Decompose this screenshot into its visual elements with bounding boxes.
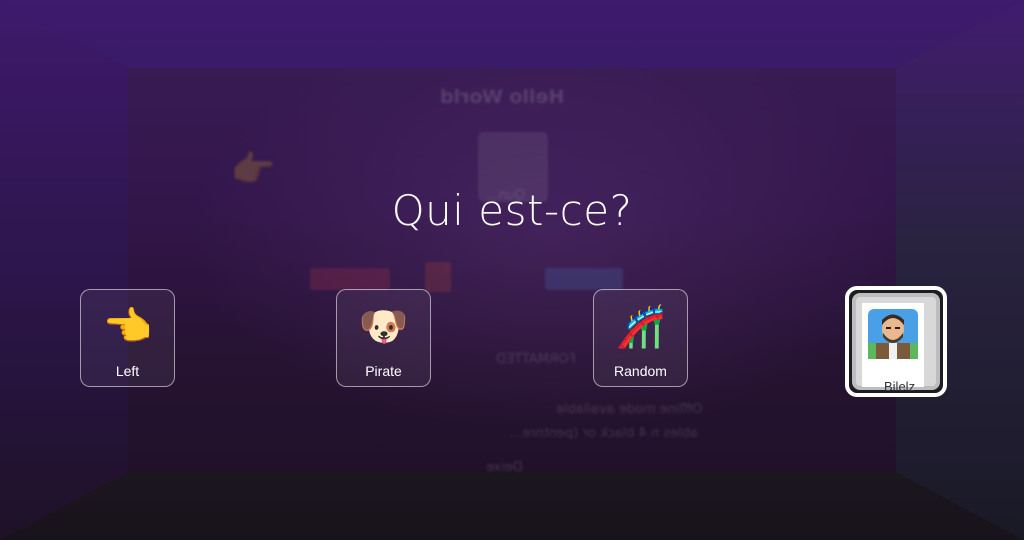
roller-coaster-icon: 🎢 <box>615 304 666 350</box>
choice-pirate-button[interactable]: 🐶 Pirate <box>336 289 431 387</box>
choice-random-button[interactable]: 🎢 Random <box>593 289 688 387</box>
choice-bilelz-button[interactable]: Bilelz <box>845 286 947 397</box>
stage: Hello World Qun... FORMATTED Offline mod… <box>0 0 1024 540</box>
bilelz-avatar-icon <box>862 303 924 365</box>
pirate-dog-icon: 🐶 <box>358 304 409 350</box>
choice-bilelz-label: Bilelz <box>884 379 916 394</box>
choice-left-label: Left <box>115 363 140 379</box>
dim-overlay <box>0 0 1024 540</box>
choice-random-label: Random <box>614 363 667 379</box>
question-title: Qui est-ce? <box>391 186 633 235</box>
choice-pirate-label: Pirate <box>365 363 402 379</box>
choice-left-button[interactable]: 👈 Left <box>80 289 175 387</box>
selected-frame: Bilelz <box>852 293 940 394</box>
pointing-left-hand-icon: 👈 <box>102 304 153 350</box>
bilelz-card: Bilelz <box>862 303 924 394</box>
